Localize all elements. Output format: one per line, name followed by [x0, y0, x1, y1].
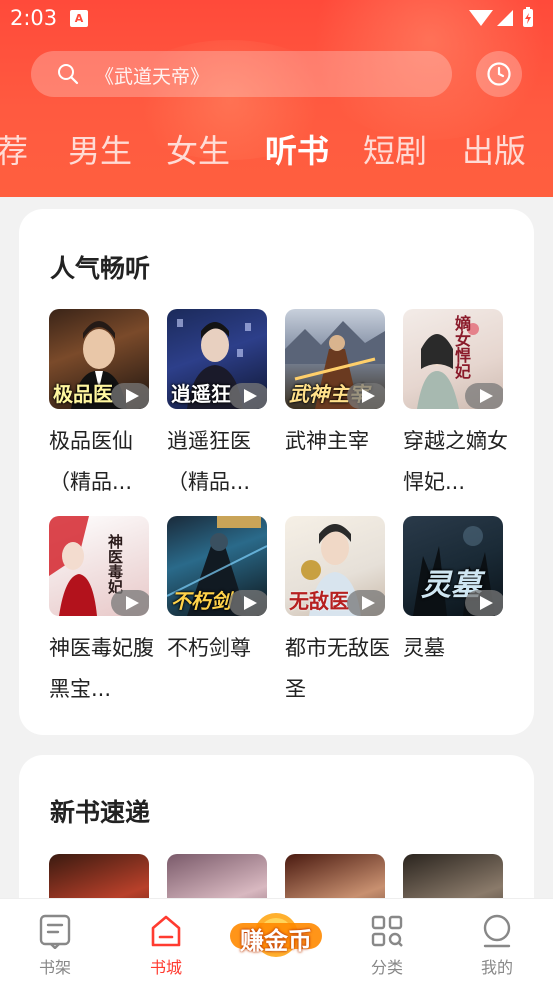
earn-coins-button[interactable]: 赚金币: [228, 911, 324, 959]
search-placeholder: 《武道天帝》: [95, 66, 210, 88]
nav-bookshelf[interactable]: 书架: [15, 899, 95, 984]
play-icon[interactable]: [465, 383, 503, 409]
book-title: 不朽剑尊: [167, 636, 251, 660]
notification-icon: A: [70, 10, 88, 27]
cover-title: 不朽剑: [171, 589, 231, 613]
nav-label: 我的: [480, 958, 513, 977]
status-bar: 2:03 A: [0, 0, 553, 38]
book-title: 都市无敌医圣: [285, 636, 390, 701]
play-icon[interactable]: [229, 590, 267, 616]
wifi-icon: [469, 10, 493, 26]
cover-title: 极品医: [53, 382, 113, 406]
bottom-nav: 书架 书城 赚金币 分类 我的: [0, 898, 553, 984]
signal-icon: [497, 10, 513, 26]
profile-icon: [483, 914, 511, 948]
nav-label: 分类: [370, 958, 403, 977]
nav-label: 书城: [149, 958, 182, 977]
section-title: 新书速递: [50, 798, 151, 827]
bookstore-icon: [151, 915, 181, 947]
header: 2:03 A 《武道天帝》 荐 男生 女生 听书 短剧 出版: [0, 0, 553, 197]
cover-title: 神医毒妃: [106, 534, 124, 594]
play-icon[interactable]: [229, 383, 267, 409]
tab-female[interactable]: 女生: [166, 126, 230, 172]
status-icons: [469, 7, 533, 27]
book-title: 穿越之嫡女悍妃...: [403, 429, 508, 494]
book-title: 神医毒妃腹黑宝...: [49, 636, 154, 701]
nav-category[interactable]: 分类: [347, 899, 427, 984]
tab-short-drama[interactable]: 短剧: [363, 126, 427, 172]
category-tabs: 荐 男生 女生 听书 短剧 出版: [0, 126, 553, 176]
book-title: 武神主宰: [285, 429, 369, 453]
history-button[interactable]: [476, 51, 522, 97]
nav-label: 书架: [38, 958, 71, 977]
nav-bookstore[interactable]: 书城: [126, 899, 206, 984]
book-cover[interactable]: 神医毒妃: [49, 516, 149, 616]
category-icon: [371, 915, 403, 947]
play-icon[interactable]: [111, 383, 149, 409]
popular-audio-section: 人气畅听 极品医 极品医仙（精品... 逍遥狂 逍遥狂医（精品... 武神主宰 …: [19, 209, 534, 735]
earn-coins-label: 赚金币: [240, 927, 312, 955]
book-cover[interactable]: 嫡女悍妃: [403, 309, 503, 409]
book-title: 逍遥狂医（精品...: [167, 429, 251, 494]
cover-title: 嫡女悍妃: [452, 315, 471, 379]
search-bar[interactable]: 《武道天帝》: [31, 51, 452, 97]
app-screen: 2:03 A 《武道天帝》 荐 男生 女生 听书 短剧 出版 人气畅听 极品医 …: [0, 0, 553, 984]
play-icon[interactable]: [465, 590, 503, 616]
tab-recommend[interactable]: 荐: [0, 126, 28, 172]
book-cover[interactable]: 武神主宰: [285, 309, 385, 409]
nav-profile[interactable]: 我的: [457, 899, 537, 984]
play-icon[interactable]: [347, 590, 385, 616]
book-cover[interactable]: 灵墓: [403, 516, 503, 616]
tab-publishing[interactable]: 出版: [462, 126, 526, 172]
book-title: 极品医仙（精品...: [49, 429, 133, 494]
play-icon[interactable]: [347, 383, 385, 409]
search-icon: [58, 64, 79, 85]
status-time: 2:03: [10, 6, 58, 30]
play-icon[interactable]: [111, 590, 149, 616]
tab-audiobook[interactable]: 听书: [265, 126, 329, 172]
book-cover[interactable]: 极品医: [49, 309, 149, 409]
cover-title: 逍遥狂: [171, 382, 231, 406]
cover-title: 无敌医: [289, 589, 349, 613]
book-cover[interactable]: 不朽剑: [167, 516, 267, 616]
book-cover[interactable]: 逍遥狂: [167, 309, 267, 409]
tab-male[interactable]: 男生: [68, 126, 132, 172]
clock-icon: [487, 62, 511, 86]
book-title: 灵墓: [403, 636, 445, 660]
section-title: 人气畅听: [50, 254, 151, 283]
book-cover[interactable]: 无敌医: [285, 516, 385, 616]
bookshelf-icon: [39, 914, 71, 949]
